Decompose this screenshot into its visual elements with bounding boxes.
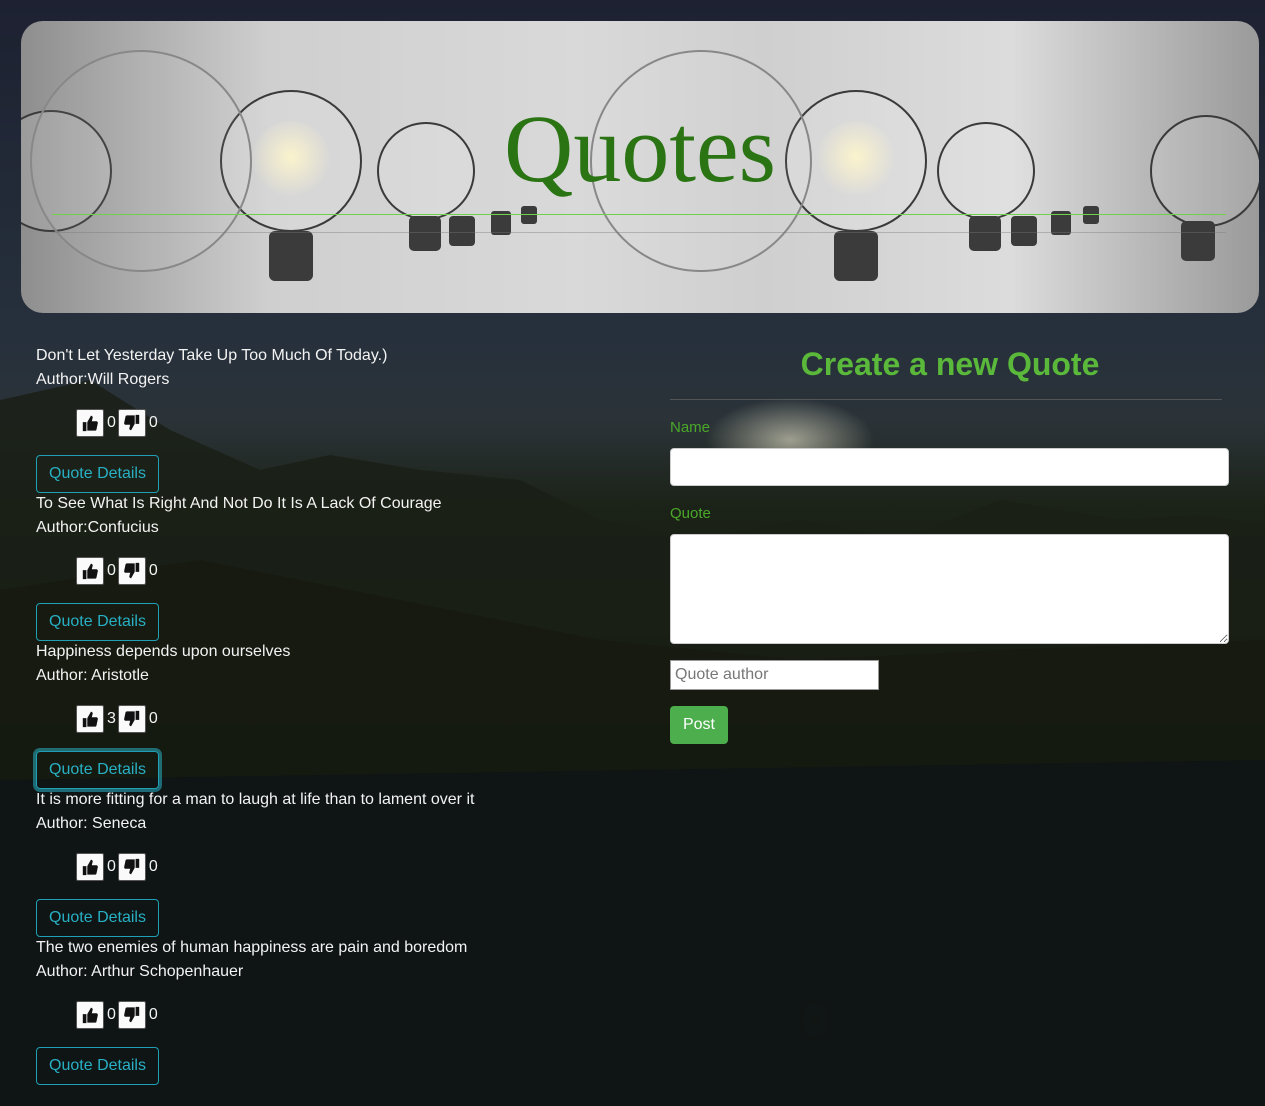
quote-author: Author:Will Rogers [36, 371, 170, 388]
quote-item: Happiness depends upon ourselves Author:… [36, 640, 616, 789]
quote-item: The two enemies of human happiness are p… [36, 936, 616, 1085]
quote-item: To See What Is Right And Not Do It Is A … [36, 492, 616, 641]
quote-details-button[interactable]: Quote Details [36, 899, 159, 937]
upvote-count: 0 [107, 1006, 116, 1023]
downvote-count: 0 [148, 414, 158, 431]
downvote-count: 0 [148, 710, 158, 727]
upvote-button[interactable] [76, 557, 104, 585]
downvote-count: 0 [148, 858, 158, 875]
quote-details-button[interactable]: Quote Details [36, 751, 159, 789]
downvote-button[interactable] [117, 1001, 146, 1029]
quote-label: Quote [670, 505, 711, 522]
author-input[interactable] [670, 660, 879, 690]
downvote-button[interactable] [117, 853, 146, 881]
name-input[interactable] [670, 448, 1229, 486]
thumbs-up-icon [82, 711, 98, 728]
title-divider-shadow [52, 232, 1226, 233]
new-quote-form: Create a new Quote Name Quote Post [670, 340, 1230, 744]
quote-textarea[interactable] [670, 534, 1229, 644]
quote-details-button[interactable]: Quote Details [36, 603, 159, 641]
upvote-count: 3 [107, 710, 116, 727]
thumbs-down-icon [124, 710, 140, 727]
thumbs-up-icon [82, 563, 98, 580]
header-banner: Quotes [21, 21, 1259, 313]
quote-details-button[interactable]: Quote Details [36, 1047, 159, 1085]
thumbs-down-icon [124, 414, 140, 431]
name-label: Name [670, 419, 711, 436]
thumbs-up-icon [82, 415, 98, 432]
upvote-count: 0 [107, 562, 116, 579]
upvote-button[interactable] [76, 853, 104, 881]
upvote-button[interactable] [76, 1001, 104, 1029]
downvote-count: 0 [148, 1006, 158, 1023]
quote-text: Don't Let Yesterday Take Up Too Much Of … [36, 347, 388, 364]
quote-author: Author:Confucius [36, 519, 159, 536]
form-divider [670, 399, 1222, 400]
quote-text: To See What Is Right And Not Do It Is A … [36, 495, 442, 512]
form-title: Create a new Quote [800, 346, 1100, 382]
upvote-count: 0 [107, 414, 116, 431]
quote-author: Author: Aristotle [36, 667, 149, 684]
vote-controls: 0 0 [76, 852, 160, 882]
upvote-button[interactable] [76, 409, 104, 437]
downvote-button[interactable] [117, 409, 146, 437]
quote-item: Don't Let Yesterday Take Up Too Much Of … [36, 344, 616, 493]
thumbs-up-icon [82, 1007, 98, 1024]
post-button[interactable]: Post [670, 706, 728, 744]
downvote-button[interactable] [117, 705, 146, 733]
thumbs-down-icon [124, 858, 140, 875]
vote-controls: 0 0 [76, 1000, 160, 1030]
title-divider [52, 214, 1226, 215]
vote-controls: 0 0 [76, 408, 160, 438]
thumbs-down-icon [124, 1006, 140, 1023]
upvote-button[interactable] [76, 705, 104, 733]
vote-controls: 0 0 [76, 556, 160, 586]
quote-author: Author: Seneca [36, 815, 147, 832]
quote-text: It is more fitting for a man to laugh at… [36, 791, 475, 808]
quote-text: The two enemies of human happiness are p… [36, 939, 468, 956]
quote-item: It is more fitting for a man to laugh at… [36, 788, 616, 937]
thumbs-up-icon [82, 859, 98, 876]
thumbs-down-icon [124, 562, 140, 579]
vote-controls: 3 0 [76, 704, 160, 734]
downvote-count: 0 [148, 562, 158, 579]
quote-list: Don't Let Yesterday Take Up Too Much Of … [36, 344, 616, 1085]
downvote-button[interactable] [117, 557, 146, 585]
page-title: Quotes [504, 95, 776, 202]
quote-author: Author: Arthur Schopenhauer [36, 963, 244, 980]
upvote-count: 0 [107, 858, 116, 875]
quote-details-button[interactable]: Quote Details [36, 455, 159, 493]
quote-text: Happiness depends upon ourselves [36, 643, 291, 660]
